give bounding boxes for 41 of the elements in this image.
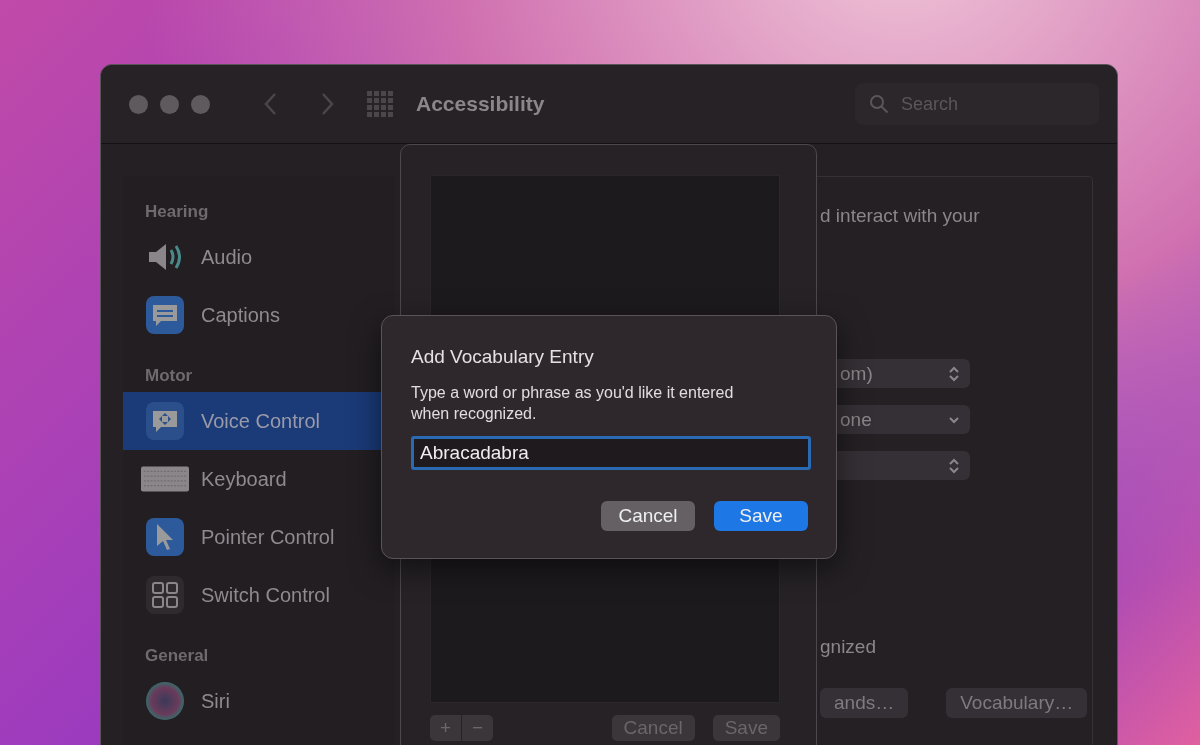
- chevron-icon: [948, 364, 960, 383]
- sidebar-item-label: Pointer Control: [201, 525, 335, 549]
- sidebar-item-label: Audio: [201, 245, 253, 269]
- captions-icon: [145, 295, 185, 335]
- remove-button[interactable]: −: [462, 715, 494, 741]
- add-button[interactable]: +: [430, 715, 462, 741]
- section-heading: Hearing: [144, 201, 210, 223]
- sidebar-item-label: Voice Control: [201, 409, 320, 433]
- sidebar-item-label: Captions: [201, 303, 280, 327]
- description-text: d interact with your: [820, 205, 981, 227]
- sidebar-item[interactable]: Keyboard: [123, 450, 395, 508]
- section-heading: General: [144, 645, 210, 667]
- cancel-button[interactable]: Cancel: [601, 501, 695, 531]
- dialog-title: Add Vocabulary Entry: [411, 346, 595, 368]
- window-title: Accessibility: [416, 92, 546, 116]
- save-button[interactable]: Save: [714, 501, 808, 531]
- sidebar-item-label: Switch Control: [201, 583, 330, 607]
- option-text: gnized: [820, 636, 877, 658]
- grid-icon: [145, 575, 185, 615]
- keyboard-icon: [141, 466, 189, 492]
- sidebar-item-label: Siri: [201, 689, 230, 713]
- voice-control-icon: [145, 401, 185, 441]
- sidebar-item[interactable]: Audio: [123, 228, 395, 286]
- grid-icon[interactable]: [366, 90, 394, 118]
- pane-button[interactable]: Vocabulary…: [946, 688, 1088, 718]
- chevron-icon: [948, 456, 960, 475]
- sidebar-item-label: Keyboard: [201, 467, 287, 491]
- minimize-button[interactable]: [160, 94, 179, 114]
- orb-icon: [145, 681, 185, 721]
- close-button[interactable]: [129, 94, 148, 114]
- zoom-button[interactable]: [191, 94, 210, 114]
- sidebar-item[interactable]: Switch Control: [123, 566, 395, 624]
- vocabulary-input[interactable]: Abracadabra: [411, 436, 811, 470]
- sidebar-item[interactable]: Siri: [123, 672, 395, 730]
- section-heading: Motor: [144, 365, 194, 387]
- pointer-icon: [145, 517, 185, 557]
- sidebar-item[interactable]: Pointer Control: [123, 508, 395, 566]
- pane-button[interactable]: ands…: [820, 688, 909, 718]
- chevron-icon: [948, 415, 960, 424]
- sidebar-item[interactable]: Captions: [123, 286, 395, 344]
- dialog-message: Type a word or phrase as you'd like it entered when recognized.: [411, 383, 735, 424]
